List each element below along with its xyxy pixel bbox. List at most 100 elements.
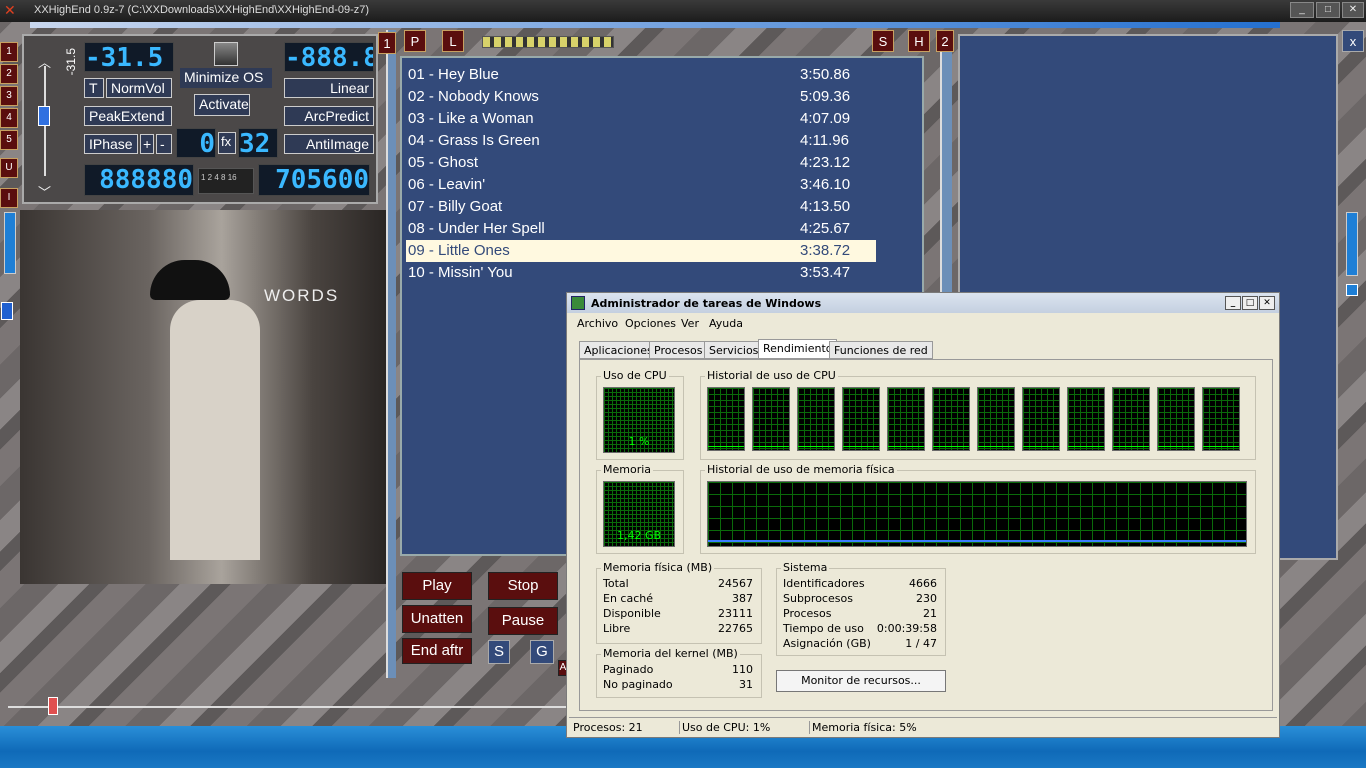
activate-button[interactable]: Activate xyxy=(194,94,250,116)
minus-button[interactable]: - xyxy=(156,134,172,154)
normvol-button[interactable]: NormVol xyxy=(106,78,172,98)
kv-key: Subprocesos xyxy=(783,592,853,605)
track-duration: 4:11.96 xyxy=(800,132,849,149)
memory-history-line xyxy=(708,540,1246,542)
s-button[interactable]: S xyxy=(872,30,894,52)
cpu-core-line xyxy=(1158,446,1194,447)
arcpredict-button[interactable]: ArcPredict xyxy=(284,106,374,126)
left-splitter[interactable] xyxy=(386,30,396,678)
h-button[interactable]: H xyxy=(908,30,930,52)
p-button[interactable]: P xyxy=(404,30,426,52)
minimize-icon[interactable]: _ xyxy=(1290,2,1314,18)
side-button-2[interactable]: 2 xyxy=(0,64,18,84)
linear-button[interactable]: Linear xyxy=(284,78,374,98)
menu-opciones[interactable]: Opciones xyxy=(625,317,676,330)
counter-display: 888880 xyxy=(84,164,194,196)
end-after-button[interactable]: End aftr xyxy=(402,638,472,664)
right-scrollbar[interactable] xyxy=(1346,212,1358,276)
kv-key: Asignación (GB) xyxy=(783,637,871,650)
close-icon[interactable]: ✕ xyxy=(1342,2,1364,18)
menu-ayuda[interactable]: Ayuda xyxy=(709,317,743,330)
hat-shape xyxy=(150,260,230,300)
indicator-strip xyxy=(482,36,614,48)
antiimage-button[interactable]: AntiImage xyxy=(284,134,374,154)
cpu-core-line xyxy=(1068,446,1104,447)
cpu-core-graph xyxy=(752,387,790,451)
s-small-button[interactable]: S xyxy=(488,640,510,664)
cpu-core-line xyxy=(1023,446,1059,447)
playlist-item[interactable]: 05 - Ghost 4:23.12 xyxy=(406,152,876,174)
close-panel-button[interactable]: x xyxy=(1342,30,1364,52)
t-button[interactable]: T xyxy=(84,78,104,98)
track-title: 05 - Ghost xyxy=(408,154,479,171)
memory-history-group: Historial de uso de memoria física xyxy=(700,463,1256,554)
cpu-usage-label: Uso de CPU xyxy=(601,369,669,382)
track-title: 08 - Under Her Spell xyxy=(408,220,545,237)
tab-funciones-de-red[interactable]: Funciones de red xyxy=(829,341,933,359)
volume-slider-thumb[interactable] xyxy=(38,106,50,126)
plus-button[interactable]: + xyxy=(140,134,154,154)
track-duration: 4:13.50 xyxy=(800,198,851,215)
pause-button[interactable]: Pause xyxy=(488,607,558,635)
tab-procesos[interactable]: Procesos xyxy=(649,341,708,359)
iphase-button[interactable]: IPhase xyxy=(84,134,138,154)
menu-archivo[interactable]: Archivo xyxy=(577,317,618,330)
minimize-os-icon[interactable] xyxy=(214,42,238,66)
right-scroll-thumb[interactable] xyxy=(1346,284,1358,296)
seek-thumb[interactable] xyxy=(48,697,58,715)
cpu-usage-value: 1 % xyxy=(628,435,650,448)
side-level-bar[interactable] xyxy=(4,212,16,274)
memory-value: 1,42 GB xyxy=(616,529,662,542)
playlist-item[interactable]: 03 - Like a Woman 4:07.09 xyxy=(406,108,876,130)
panel-2-button[interactable]: 2 xyxy=(936,30,954,52)
g-button[interactable]: G xyxy=(530,640,554,664)
playlist-item[interactable]: 10 - Missin' You 3:53.47 xyxy=(406,262,876,284)
stop-button[interactable]: Stop xyxy=(488,572,558,600)
maximize-icon[interactable]: □ xyxy=(1316,2,1340,18)
track-duration: 3:50.86 xyxy=(800,66,851,83)
side-button-i[interactable]: I xyxy=(0,188,18,208)
track-duration: 3:38.72 xyxy=(800,242,851,259)
playlist-item-selected[interactable]: 09 - Little Ones 3:38.72 xyxy=(406,240,876,262)
cpu-core-graph xyxy=(797,387,835,451)
kv-key: Procesos xyxy=(783,607,832,620)
panel-1-button[interactable]: 1 xyxy=(378,32,396,54)
fx-button[interactable]: fx xyxy=(218,132,236,154)
tm-maximize-icon[interactable]: □ xyxy=(1242,296,1258,310)
side-button-1[interactable]: 1 xyxy=(0,42,18,62)
minimize-os-button[interactable]: Minimize OS xyxy=(180,68,272,88)
cpu-core-line xyxy=(933,446,969,447)
cpu-core-line xyxy=(978,446,1014,447)
side-slider-thumb[interactable] xyxy=(1,302,13,320)
cpu-history-label: Historial de uso de CPU xyxy=(705,369,838,382)
menu-ver[interactable]: Ver xyxy=(681,317,699,330)
kv-key: Total xyxy=(603,577,629,590)
cpu-usage-group: Uso de CPU 1 % xyxy=(596,369,684,460)
playlist-item[interactable]: 02 - Nobody Knows 5:09.36 xyxy=(406,86,876,108)
playlist-item[interactable]: 04 - Grass Is Green 4:11.96 xyxy=(406,130,876,152)
cpu-history-group: Historial de uso de CPU xyxy=(700,369,1256,460)
peakextend-button[interactable]: PeakExtend xyxy=(84,106,172,126)
side-button-3[interactable]: 3 xyxy=(0,86,18,106)
tab-aplicaciones[interactable]: Aplicaciones xyxy=(579,341,658,359)
playlist-item[interactable]: 07 - Billy Goat 4:13.50 xyxy=(406,196,876,218)
side-button-5[interactable]: 5 xyxy=(0,130,18,150)
tab-servicios[interactable]: Servicios xyxy=(704,341,764,359)
seek-track[interactable] xyxy=(8,706,568,708)
kv-value: 23111 xyxy=(718,607,753,620)
tm-close-icon[interactable]: ✕ xyxy=(1259,296,1275,310)
side-button-4[interactable]: 4 xyxy=(0,108,18,128)
side-button-u[interactable]: U xyxy=(0,158,18,178)
unatten-button[interactable]: Unatten xyxy=(402,605,472,633)
tab-rendimiento[interactable]: Rendimiento xyxy=(758,339,838,359)
cpu-core-line xyxy=(843,446,879,447)
app-title: XXHighEnd 0.9z-7 (C:\XXDownloads\XXHighE… xyxy=(34,4,370,16)
playlist-item[interactable]: 06 - Leavin' 3:46.10 xyxy=(406,174,876,196)
tm-minimize-icon[interactable]: _ xyxy=(1225,296,1241,310)
resource-monitor-button[interactable]: Monitor de recursos... xyxy=(776,670,946,692)
scroll-down-icon[interactable]: ﹀ xyxy=(38,182,51,201)
playlist-item[interactable]: 01 - Hey Blue 3:50.86 xyxy=(406,64,876,86)
l-button[interactable]: L xyxy=(442,30,464,52)
play-button[interactable]: Play xyxy=(402,572,472,600)
playlist-item[interactable]: 08 - Under Her Spell 4:25.67 xyxy=(406,218,876,240)
